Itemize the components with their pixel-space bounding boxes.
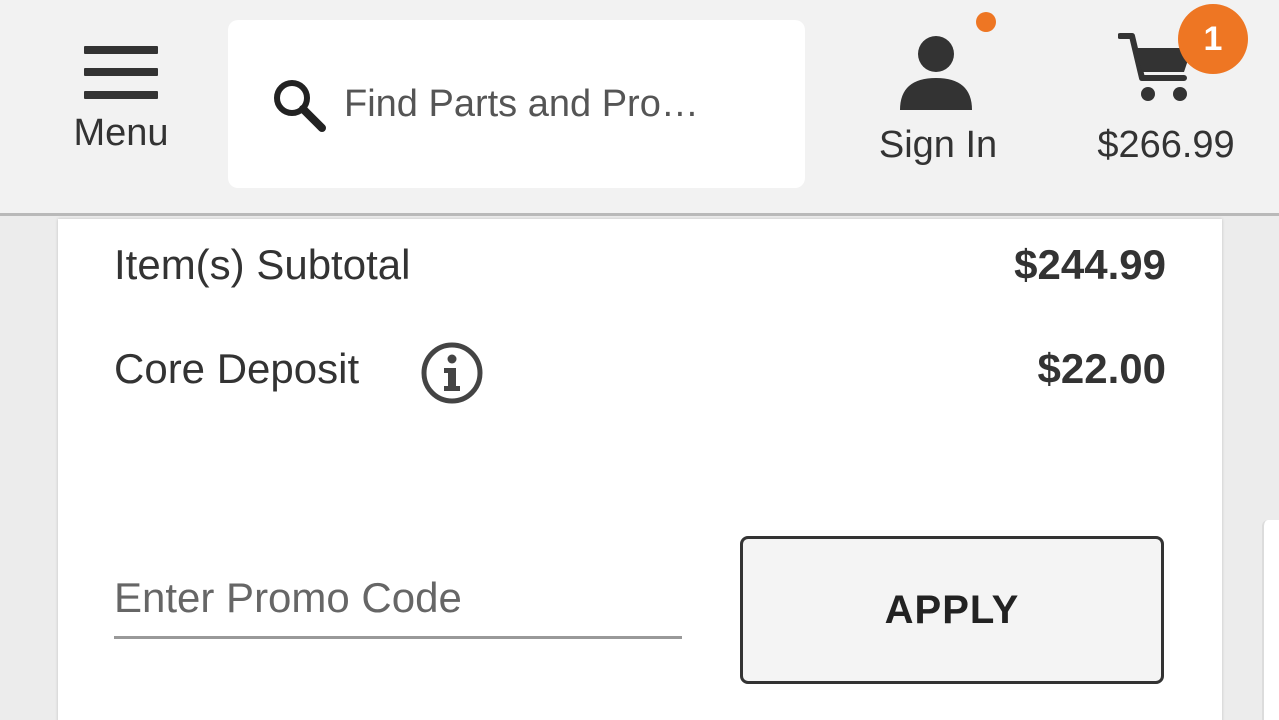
cart-total: $266.99 xyxy=(1097,124,1235,166)
side-panel-edge xyxy=(1262,520,1279,720)
user-icon xyxy=(900,36,972,110)
order-summary-card: Item(s) Subtotal $244.99 Core Deposit $2… xyxy=(58,219,1222,720)
subtotal-value: $244.99 xyxy=(1014,241,1166,288)
search-box[interactable] xyxy=(228,20,805,188)
info-icon[interactable] xyxy=(420,341,484,405)
apply-button[interactable]: APPLY xyxy=(740,536,1164,684)
core-deposit-label: Core Deposit xyxy=(114,345,360,392)
sign-in-button[interactable]: Sign In xyxy=(858,10,1018,170)
menu-icon xyxy=(84,46,158,104)
search-icon xyxy=(274,80,326,132)
core-deposit-value: $22.00 xyxy=(1037,345,1166,392)
header: Menu Sign In 1 $266.9 xyxy=(0,0,1279,216)
menu-button[interactable]: Menu xyxy=(60,40,182,160)
menu-label: Menu xyxy=(73,112,169,154)
page: Menu Sign In 1 $266.9 xyxy=(0,0,1279,720)
subtotal-row: Item(s) Subtotal $244.99 xyxy=(114,241,1166,301)
notification-dot xyxy=(976,12,996,32)
promo-code-input[interactable] xyxy=(114,559,682,639)
subtotal-label: Item(s) Subtotal xyxy=(114,241,411,288)
cart-button[interactable]: 1 $266.99 xyxy=(1066,0,1266,175)
sign-in-label: Sign In xyxy=(878,124,998,166)
search-input[interactable] xyxy=(344,72,764,136)
cart-count-badge: 1 xyxy=(1178,4,1248,74)
core-deposit-row: Core Deposit $22.00 xyxy=(114,342,1166,405)
